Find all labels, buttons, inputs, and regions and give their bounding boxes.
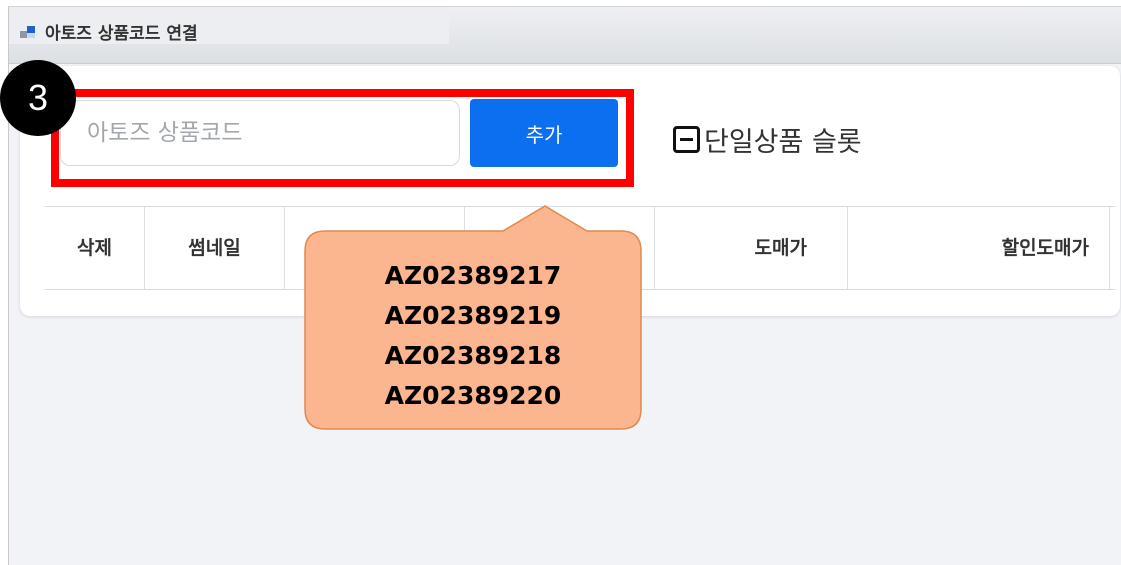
app-icon: [20, 25, 36, 41]
header-discount-wholesale-price: 할인도매가: [848, 207, 1110, 289]
header-wholesale-price: 도매가: [655, 207, 848, 289]
product-codes-callout: AZ02389217 AZ02389219 AZ02389218 AZ02389…: [295, 205, 651, 431]
callout-code: AZ02389219: [384, 301, 562, 330]
window-title: 아토즈 상품코드 연결: [45, 24, 198, 44]
single-product-slot-label: 단일상품 슬롯: [704, 126, 862, 158]
callout-code: AZ02389220: [384, 381, 562, 410]
header-delete: 삭제: [45, 207, 145, 289]
callout-code: AZ02389217: [384, 261, 562, 290]
header-thumbnail: 썸네일: [145, 207, 285, 289]
single-product-slot-toggle[interactable]: 단일상품 슬롯: [673, 122, 862, 158]
step-badge: 3: [0, 60, 76, 136]
highlight-frame: [51, 89, 634, 187]
callout-code: AZ02389218: [384, 341, 562, 370]
title-bar: 아토즈 상품코드 연결: [9, 7, 1121, 64]
minus-box-icon[interactable]: [673, 125, 700, 153]
